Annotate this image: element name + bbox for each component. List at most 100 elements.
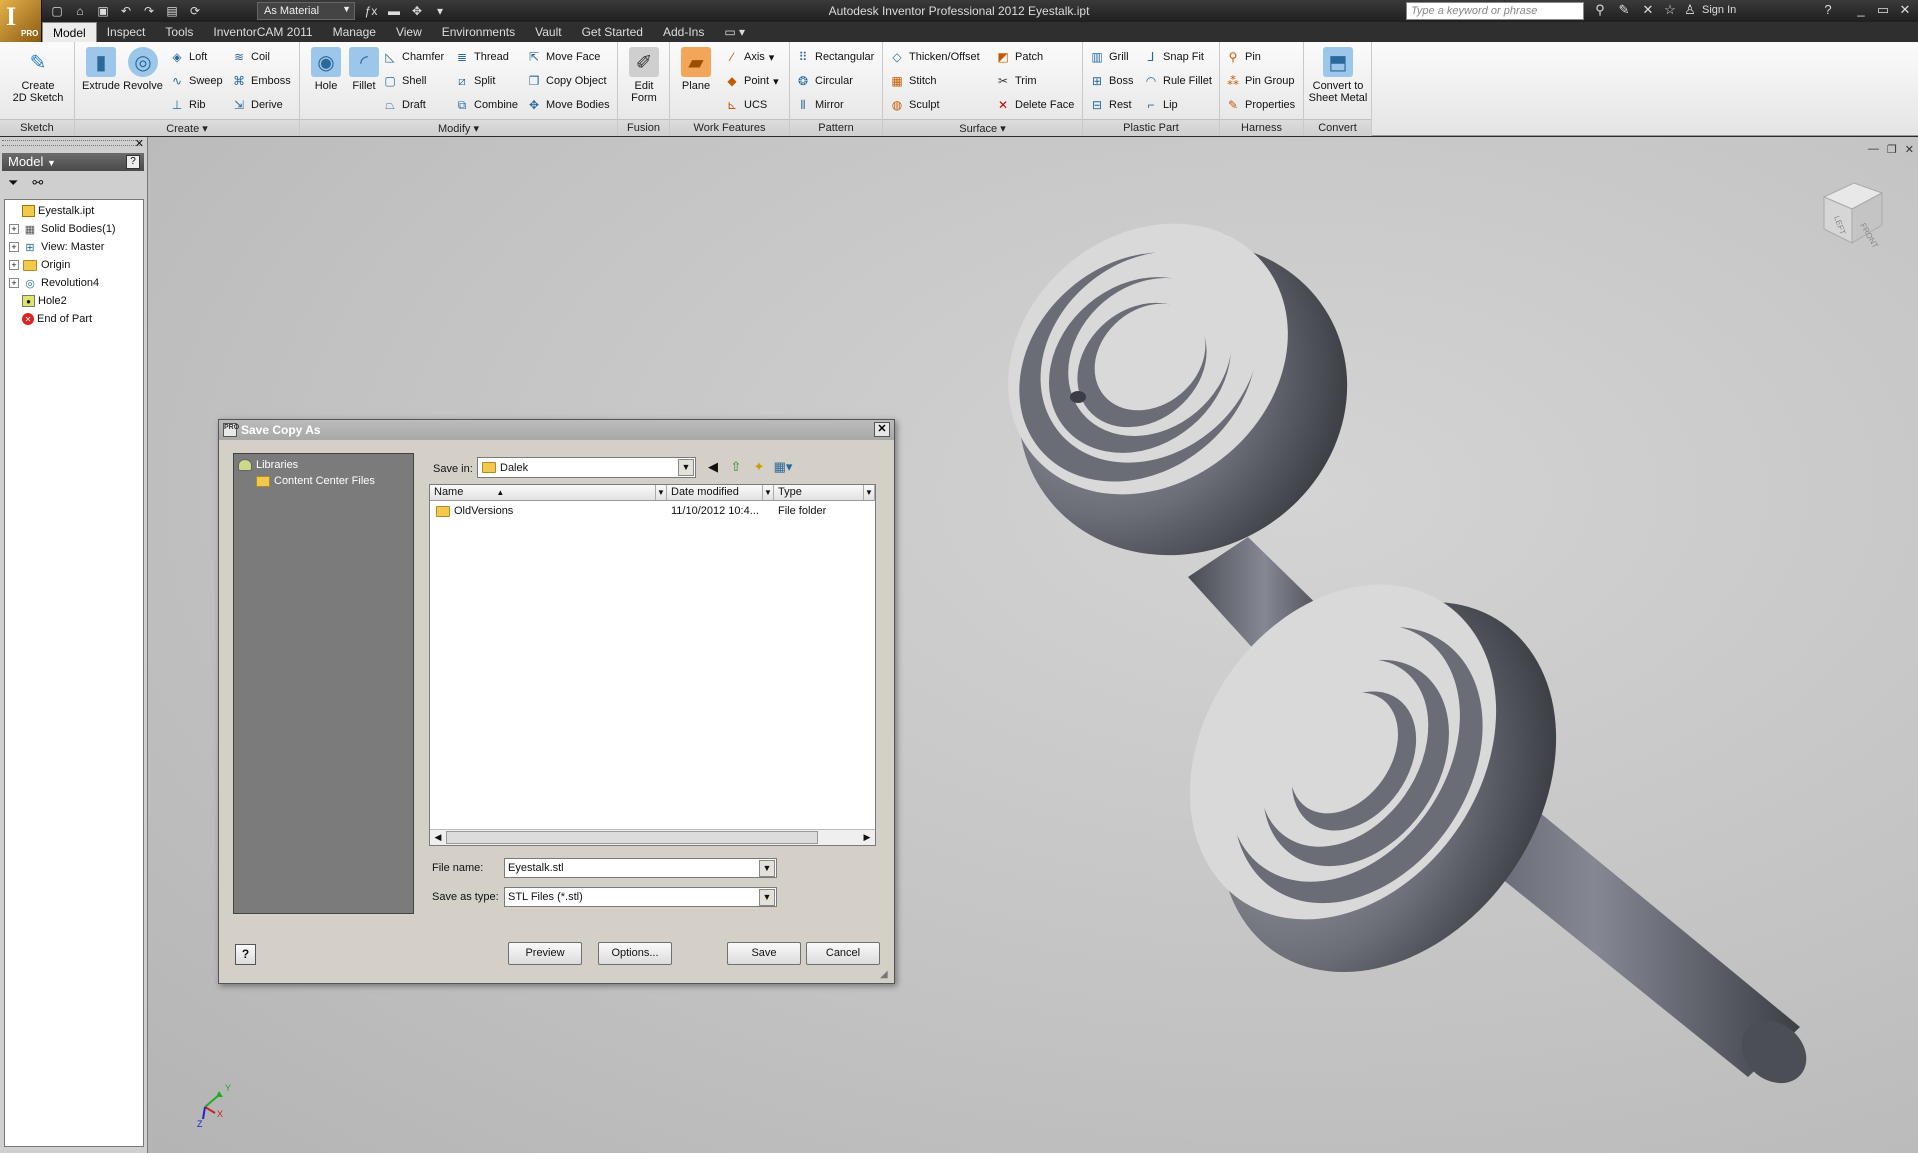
ucs-button[interactable]: ⊾ UCS xyxy=(724,96,767,114)
resize-grip-icon[interactable]: ◢ xyxy=(880,969,892,981)
content-center-files-node[interactable]: Content Center Files xyxy=(234,473,413,489)
chevron-down-icon[interactable]: ▼ xyxy=(759,889,775,906)
sculpt-button[interactable]: ◍ Sculpt xyxy=(889,96,940,114)
patch-button[interactable]: ◩ Patch xyxy=(995,48,1043,66)
scrollbar-thumb[interactable] xyxy=(446,831,818,844)
options-button[interactable]: Options... xyxy=(598,942,672,965)
close-icon[interactable]: ✕ xyxy=(874,422,890,437)
tree-item-solid-bodies[interactable]: + ▦ Solid Bodies(1) xyxy=(5,220,143,238)
subscription-icon[interactable]: ✎ xyxy=(1614,2,1634,20)
tab-model[interactable]: Model xyxy=(42,22,97,42)
draft-button[interactable]: ⏢ Draft xyxy=(382,96,426,114)
coil-button[interactable]: ≋ Coil xyxy=(231,48,270,66)
print-icon[interactable]: ▤ xyxy=(163,3,181,19)
thread-button[interactable]: ≣ Thread xyxy=(454,48,509,66)
minimize-icon[interactable]: _ xyxy=(1850,2,1872,20)
preview-button[interactable]: Preview xyxy=(508,942,582,965)
tab-manage[interactable]: Manage xyxy=(323,22,386,42)
tree-item-end-of-part[interactable]: ✕ End of Part xyxy=(5,310,143,328)
fillet-button[interactable]: ◜ Fillet xyxy=(342,45,386,113)
revolve-button[interactable]: ◎ Revolve xyxy=(121,45,165,113)
libraries-node[interactable]: Libraries xyxy=(234,457,413,473)
tab-inspect[interactable]: Inspect xyxy=(97,22,156,42)
save-button[interactable]: Save xyxy=(727,942,801,965)
axis-button[interactable]: ⁄ Axis ▾ xyxy=(724,48,774,66)
tab-get-started[interactable]: Get Started xyxy=(572,22,653,42)
sign-in-link[interactable]: Sign In xyxy=(1702,4,1736,16)
rib-button[interactable]: ⊥ Rib xyxy=(169,96,206,114)
filter-icon[interactable]: ⏷ xyxy=(8,175,18,191)
material-dropdown[interactable]: As Material ▼ xyxy=(257,2,355,20)
pin-button[interactable]: ⚲ Pin xyxy=(1225,48,1261,66)
user-icon[interactable]: ♙ xyxy=(1680,2,1700,20)
chevron-down-icon[interactable]: ▼ xyxy=(678,459,694,476)
panel-title-surface[interactable]: Surface ▾ xyxy=(883,119,1082,136)
snap-fit-button[interactable]: ⅃ Snap Fit xyxy=(1143,48,1204,66)
horizontal-scrollbar[interactable]: ◀ ▶ xyxy=(430,829,875,845)
trim-button[interactable]: ✂ Trim xyxy=(995,72,1037,90)
create-2d-sketch-button[interactable]: ✎ Create 2D Sketch xyxy=(12,45,64,113)
edit-form-button[interactable]: ✐ Edit Form xyxy=(622,45,666,113)
mirror-button[interactable]: ⫴ Mirror xyxy=(795,96,843,114)
grill-button[interactable]: ▥ Grill xyxy=(1089,48,1128,66)
derive-button[interactable]: ⇲ Derive xyxy=(231,96,283,114)
favorites-star-icon[interactable]: ☆ xyxy=(1660,2,1680,20)
expand-icon[interactable]: + xyxy=(9,278,19,288)
properties-button[interactable]: ✎ Properties xyxy=(1225,96,1295,114)
close-icon[interactable]: ✕ xyxy=(1894,2,1916,20)
stitch-button[interactable]: ▦ Stitch xyxy=(889,72,936,90)
new-icon[interactable]: ▢ xyxy=(48,3,66,19)
dialog-title-bar[interactable]: PRO Save Copy As ✕ xyxy=(219,420,894,440)
customize-icon[interactable]: ▾ xyxy=(431,3,449,19)
help-icon[interactable]: ? xyxy=(1818,2,1838,20)
color-icon[interactable]: ▬ xyxy=(385,3,403,19)
tree-item-origin[interactable]: + Origin xyxy=(5,256,143,274)
tab-tools[interactable]: Tools xyxy=(155,22,203,42)
boss-button[interactable]: ⊞ Boss xyxy=(1089,72,1134,90)
move-face-button[interactable]: ⇱ Move Face xyxy=(526,48,600,66)
close-icon[interactable]: ✕ xyxy=(135,137,144,150)
file-name-field[interactable]: Eyestalk.stl ▼ xyxy=(504,858,777,878)
binoculars-icon[interactable]: ⚲ xyxy=(1590,2,1610,20)
browser-header[interactable]: Model ▼ ? xyxy=(2,153,144,171)
rectangular-pattern-button[interactable]: ⠿ Rectangular xyxy=(795,48,875,66)
tab-add-ins[interactable]: Add-Ins xyxy=(653,22,714,42)
panel-title-create[interactable]: Create ▾ xyxy=(75,119,299,136)
loft-button[interactable]: ◈ Loft xyxy=(169,48,207,66)
binoculars-icon[interactable]: ⚯ xyxy=(32,175,43,191)
chevron-down-icon[interactable]: ▼ xyxy=(863,485,874,500)
chevron-down-icon[interactable]: ▼ xyxy=(759,860,775,877)
lip-button[interactable]: ⌐ Lip xyxy=(1143,96,1177,114)
open-icon[interactable]: ⌂ xyxy=(71,3,89,19)
expand-icon[interactable]: + xyxy=(9,224,19,234)
tree-item-eyestalk[interactable]: Eyestalk.ipt xyxy=(5,202,143,220)
expand-icon[interactable]: + xyxy=(9,260,19,270)
up-folder-icon[interactable]: ⇧ xyxy=(726,459,746,477)
circular-pattern-button[interactable]: ❂ Circular xyxy=(795,72,853,90)
application-menu-button[interactable]: I PRO xyxy=(0,0,42,42)
thicken-offset-button[interactable]: ◇ Thicken/Offset xyxy=(889,48,979,66)
delete-face-button[interactable]: ✕ Delete Face xyxy=(995,96,1074,114)
ribbon-display-toggle[interactable]: ▭ ▾ xyxy=(714,22,755,42)
save-as-type-combo[interactable]: STL Files (*.stl) ▼ xyxy=(504,887,777,907)
chamfer-button[interactable]: ◺ Chamfer xyxy=(382,48,444,66)
emboss-button[interactable]: ⌘ Emboss xyxy=(231,72,291,90)
tree-item-view-master[interactable]: + ⊞ View: Master xyxy=(5,238,143,256)
column-name[interactable]: Name ▲ ▼ xyxy=(430,485,667,501)
view-menu-icon[interactable]: ▦▾ xyxy=(773,459,793,477)
rest-button[interactable]: ⊟ Rest xyxy=(1089,96,1132,114)
move-icon[interactable]: ✥ xyxy=(408,3,426,19)
tab-vault[interactable]: Vault xyxy=(525,22,571,42)
copy-object-button[interactable]: ❐ Copy Object xyxy=(526,72,607,90)
undo-icon[interactable]: ↶ xyxy=(117,3,135,19)
save-icon[interactable]: ▣ xyxy=(94,3,112,19)
column-date-modified[interactable]: Date modified ▼ xyxy=(667,485,774,501)
tab-environments[interactable]: Environments xyxy=(432,22,525,42)
tree-item-revolution4[interactable]: + ◎ Revolution4 xyxy=(5,274,143,292)
sweep-button[interactable]: ∿ Sweep xyxy=(169,72,223,90)
parameters-icon[interactable]: ƒx xyxy=(362,3,380,19)
update-icon[interactable]: ⟳ xyxy=(186,3,204,19)
expand-icon[interactable]: + xyxy=(9,242,19,252)
save-in-combo[interactable]: Dalek ▼ xyxy=(477,457,696,478)
file-row[interactable]: OldVersions 11/10/2012 10:4... File fold… xyxy=(430,503,875,519)
